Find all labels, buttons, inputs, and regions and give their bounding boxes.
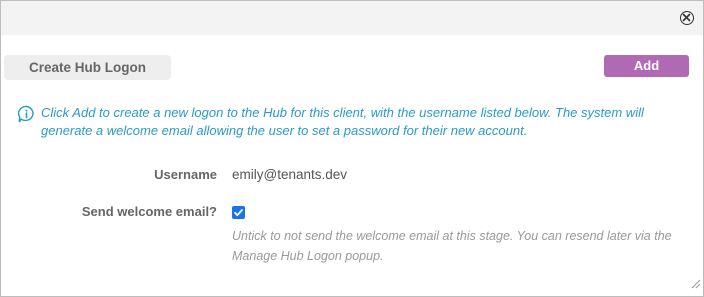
dialog-title: Create Hub Logon — [4, 55, 171, 80]
create-hub-logon-dialog: Create Hub Logon Add Click Add to create… — [0, 0, 704, 297]
welcome-email-note: Untick to not send the welcome email at … — [232, 229, 672, 263]
send-welcome-email-label: Send welcome email? — [81, 204, 217, 219]
username-value: emily@tenants.dev — [232, 167, 348, 182]
send-welcome-email-checkbox[interactable] — [232, 206, 245, 219]
dialog-titlebar — [1, 1, 703, 35]
info-icon — [17, 105, 36, 129]
add-button[interactable]: Add — [604, 55, 689, 77]
info-message: Click Add to create a new logon to the H… — [17, 104, 687, 140]
close-icon[interactable] — [680, 11, 694, 25]
info-text: Click Add to create a new logon to the H… — [41, 105, 644, 138]
resize-grip-icon[interactable] — [691, 276, 701, 294]
username-label: Username — [154, 167, 217, 182]
